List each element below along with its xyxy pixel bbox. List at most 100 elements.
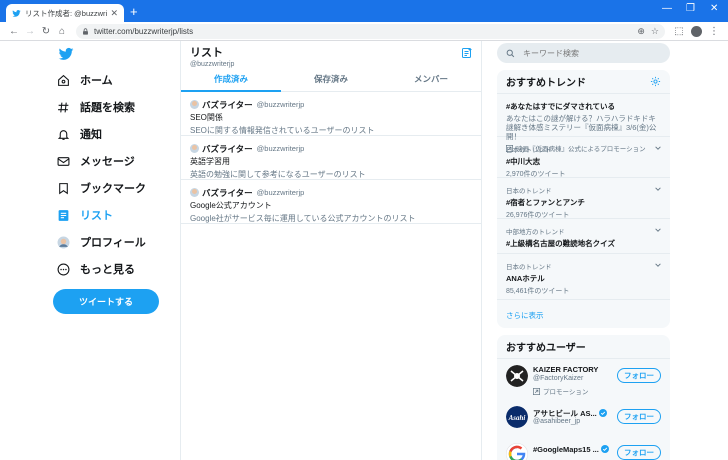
home-button-icon[interactable]: ⌂ bbox=[54, 23, 70, 39]
sidebar-item-label: プロフィール bbox=[80, 237, 146, 249]
list-owner-handle: @buzzwriterjp bbox=[256, 188, 305, 197]
page-title: リスト bbox=[190, 47, 223, 59]
list-owner-name: バズライター bbox=[202, 143, 253, 154]
who-to-follow-title: おすすめユーザー bbox=[497, 335, 670, 359]
follow-button[interactable]: フォロー bbox=[617, 409, 661, 424]
tab-created[interactable]: 作成済み bbox=[181, 68, 281, 92]
avatar bbox=[190, 100, 199, 109]
address-bar[interactable]: twitter.com/buzzwriterjp/lists ⊕ ☆ bbox=[76, 23, 665, 39]
user-name: #GoogleMaps15 ... bbox=[533, 445, 609, 454]
reload-icon[interactable]: ↻ bbox=[38, 23, 54, 39]
close-window-button[interactable]: ✕ bbox=[710, 3, 718, 14]
avatar bbox=[190, 144, 199, 153]
chevron-down-icon[interactable] bbox=[654, 261, 662, 269]
sidebar-item-lists[interactable]: リスト bbox=[56, 204, 113, 226]
sidebar-item-messages[interactable]: メッセージ bbox=[56, 150, 135, 172]
maximize-button[interactable]: ❐ bbox=[686, 3, 695, 14]
list-description: 英語の勉強に関して参考になるユーザーのリスト bbox=[190, 170, 366, 179]
show-more-link[interactable]: さらに表示 bbox=[506, 310, 544, 321]
url-text: twitter.com/buzzwriterjp/lists bbox=[94, 26, 194, 36]
browser-tab[interactable]: リスト作成者: @buzzwriterjp / Twit ✕ bbox=[6, 4, 124, 22]
back-icon[interactable]: ← bbox=[6, 23, 22, 39]
promoted-label-text: プロモーション bbox=[543, 389, 589, 396]
browser-profile-icon[interactable] bbox=[691, 25, 702, 37]
trend-name: #中川大志 bbox=[506, 157, 541, 166]
sidebar-item-label: 話題を検索 bbox=[80, 102, 135, 114]
list-description: SEOに関する情報発信されているユーザーのリスト bbox=[190, 126, 375, 135]
list-owner-name: バズライター bbox=[202, 187, 253, 198]
trend-name: ANAホテル bbox=[506, 274, 545, 283]
tab-members[interactable]: メンバー bbox=[381, 68, 481, 91]
trend-name: #宿者とファンとアンチ bbox=[506, 198, 585, 207]
list-owner-name: バズライター bbox=[202, 99, 253, 110]
forward-icon[interactable]: → bbox=[22, 23, 38, 39]
twitter-page: ホーム 話題を検索 通知 メッセージ ブックマーク リスト プロフィール もっと… bbox=[0, 41, 728, 460]
list-owner-handle: @buzzwriterjp bbox=[256, 144, 305, 153]
tweet-button[interactable]: ツイートする bbox=[53, 289, 159, 314]
suggested-user[interactable]: Asahi アサヒビール AS... @asahibeer_jp フォロー bbox=[497, 401, 670, 433]
user-handle: @FactoryKaizer bbox=[533, 375, 584, 382]
twitter-logo-icon[interactable] bbox=[58, 46, 74, 62]
minimize-button[interactable]: — bbox=[662, 3, 672, 14]
sidebar-item-label: リスト bbox=[80, 210, 113, 222]
promoted-trend-tag: #あなたはすでにダマされている bbox=[506, 102, 616, 111]
list-item[interactable]: バズライター @buzzwriterjp Google公式アカウント Googl… bbox=[181, 181, 481, 224]
home-icon bbox=[56, 73, 70, 87]
tab-close-icon[interactable]: ✕ bbox=[110, 8, 118, 19]
extension-icon[interactable]: ⬚ bbox=[671, 23, 687, 39]
profile-avatar-icon bbox=[56, 235, 70, 249]
chevron-down-icon[interactable] bbox=[654, 185, 662, 193]
trend-item[interactable]: 日本のトレンド #中川大志 2,970件のツイート bbox=[497, 138, 670, 178]
sidebar-item-bookmarks[interactable]: ブックマーク bbox=[56, 177, 146, 199]
avatar bbox=[506, 365, 528, 387]
suggested-user[interactable]: #GoogleMaps15 ... フォロー bbox=[497, 436, 670, 460]
user-name: KAIZER FACTORY bbox=[533, 365, 599, 374]
suggested-user[interactable]: KAIZER FACTORY @FactoryKaizer プロモーション フォ… bbox=[497, 360, 670, 400]
bookmark-star-icon[interactable]: ☆ bbox=[651, 26, 659, 37]
who-to-follow-panel: おすすめユーザー KAIZER FACTORY @FactoryKaizer プ… bbox=[497, 335, 670, 460]
list-tabs: 作成済み 保存済み メンバー bbox=[181, 68, 481, 92]
browser-menu-icon[interactable]: ⋮ bbox=[706, 23, 722, 39]
tab-title: リスト作成者: @buzzwriterjp / Twit bbox=[25, 8, 108, 18]
sidebar-item-home[interactable]: ホーム bbox=[56, 69, 113, 91]
tab-saved[interactable]: 保存済み bbox=[281, 68, 381, 91]
promoted-trend-text: あなたはこの謎が解ける？ハラハラドキドキ謎解き体感ミステリー『仮面病棟』3/6(… bbox=[506, 114, 657, 141]
gear-icon[interactable] bbox=[650, 76, 661, 87]
location-icon[interactable]: ⊕ bbox=[637, 26, 645, 37]
trend-item[interactable]: 中部地方のトレンド #上級構名古屋の難読地名クイズ bbox=[497, 220, 670, 254]
sidebar-item-explore[interactable]: 話題を検索 bbox=[56, 96, 135, 118]
main-column: リスト @buzzwriterjp 作成済み 保存済み メンバー バズライター … bbox=[180, 41, 482, 460]
sidebar-item-label: ブックマーク bbox=[80, 183, 146, 195]
chevron-down-icon[interactable] bbox=[654, 144, 662, 152]
sidebar-item-profile[interactable]: プロフィール bbox=[56, 231, 146, 253]
list-owner-handle: @buzzwriterjp bbox=[256, 100, 305, 109]
trend-context: 中部地方のトレンド bbox=[506, 229, 565, 236]
page-subtitle: @buzzwriterjp bbox=[190, 61, 235, 68]
sidebar-item-more[interactable]: もっと見る bbox=[56, 258, 135, 280]
lock-icon bbox=[83, 27, 88, 35]
list-item[interactable]: バズライター @buzzwriterjp 英語学習用 英語の勉強に関して参考にな… bbox=[181, 137, 481, 180]
list-description: Google社がサービス毎に運用している公式アカウントのリスト bbox=[190, 214, 416, 223]
trend-context: 日本のトレンド bbox=[506, 264, 552, 271]
trend-name: #上級構名古屋の難読地名クイズ bbox=[506, 239, 615, 248]
trend-item[interactable]: 日本のトレンド ANAホテル 85,461件のツイート bbox=[497, 255, 670, 300]
trend-count: 2,970件のツイート bbox=[506, 171, 566, 178]
list-icon bbox=[56, 208, 70, 222]
follow-button[interactable]: フォロー bbox=[617, 368, 661, 383]
trend-item[interactable]: 日本のトレンド #宿者とファンとアンチ 26,976件のツイート bbox=[497, 179, 670, 219]
avatar: Asahi bbox=[506, 406, 528, 428]
list-item[interactable]: バズライター @buzzwriterjp SEO関係 SEOに関する情報発信され… bbox=[181, 93, 481, 136]
promoted-trend[interactable]: #あなたはすでにダマされている あなたはこの謎が解ける？ハラハラドキドキ謎解き体… bbox=[497, 95, 670, 153]
promoted-label: プロモーション bbox=[533, 386, 588, 396]
avatar bbox=[506, 443, 528, 460]
search-input[interactable] bbox=[523, 48, 653, 58]
follow-button[interactable]: フォロー bbox=[617, 445, 661, 460]
sidebar-item-label: ホーム bbox=[80, 75, 113, 87]
sidebar-item-notifications[interactable]: 通知 bbox=[56, 123, 102, 145]
chevron-down-icon[interactable] bbox=[654, 226, 662, 234]
svg-text:Asahi: Asahi bbox=[508, 414, 526, 422]
create-list-icon[interactable] bbox=[461, 47, 473, 59]
trends-panel: おすすめトレンド #あなたはすでにダマされている あなたはこの謎が解ける？ハラハ… bbox=[497, 70, 670, 328]
new-tab-button[interactable]: + bbox=[130, 5, 138, 18]
twitter-favicon-icon bbox=[12, 9, 21, 17]
